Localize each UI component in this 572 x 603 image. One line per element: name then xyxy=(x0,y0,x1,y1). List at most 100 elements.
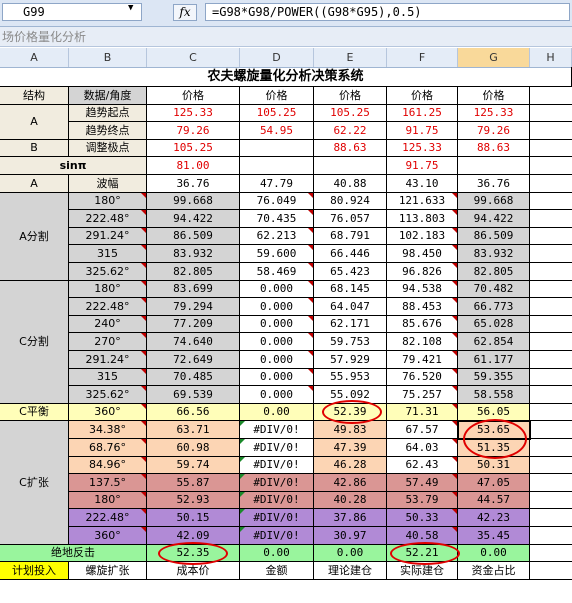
empty-cell[interactable] xyxy=(530,421,572,439)
value-cell[interactable]: 86.509 xyxy=(458,228,530,245)
value-cell[interactable] xyxy=(240,157,314,175)
value-cell[interactable]: 74.640 xyxy=(147,333,240,351)
value-cell[interactable]: 70.482 xyxy=(458,281,530,298)
value-cell[interactable]: 52.21 xyxy=(387,545,458,562)
value-cell[interactable]: 59.600 xyxy=(240,245,314,263)
value-cell[interactable]: 40.58 xyxy=(387,527,458,545)
value-cell[interactable]: 0.000 xyxy=(240,351,314,369)
c-balance-label[interactable]: C平衡 xyxy=(0,404,69,421)
angle-label[interactable]: 数据/角度 xyxy=(69,87,147,105)
value-cell[interactable]: 58.469 xyxy=(240,263,314,281)
value-cell[interactable]: 实际建仓 xyxy=(387,562,458,580)
column-header-f[interactable]: F xyxy=(387,48,458,67)
value-cell[interactable]: 76.057 xyxy=(314,210,387,228)
value-cell[interactable]: 121.633 xyxy=(387,193,458,210)
empty-cell[interactable] xyxy=(530,193,572,210)
angle-label[interactable]: 调整极点 xyxy=(69,140,147,157)
value-cell[interactable]: #DIV/0! xyxy=(240,509,314,527)
value-cell[interactable]: 成本价 xyxy=(147,562,240,580)
value-cell[interactable]: 83.932 xyxy=(147,245,240,263)
value-cell[interactable]: 81.00 xyxy=(147,157,240,175)
value-cell[interactable]: 50.33 xyxy=(387,509,458,527)
value-cell[interactable]: 79.26 xyxy=(458,122,530,140)
value-cell[interactable]: 86.509 xyxy=(147,228,240,245)
value-cell[interactable]: 105.25 xyxy=(147,140,240,157)
value-cell[interactable]: 0.00 xyxy=(314,545,387,562)
empty-cell[interactable] xyxy=(530,316,572,333)
empty-cell[interactable] xyxy=(530,140,572,157)
value-cell[interactable]: 82.108 xyxy=(387,333,458,351)
function-icon[interactable]: fx xyxy=(173,4,197,21)
value-cell[interactable]: 52.35 xyxy=(147,545,240,562)
empty-cell[interactable] xyxy=(530,157,572,175)
angle-label[interactable]: 291.24° xyxy=(69,351,147,369)
angle-label[interactable]: 325.62° xyxy=(69,386,147,404)
value-cell[interactable]: 0.000 xyxy=(240,281,314,298)
value-cell[interactable]: 65.028 xyxy=(458,316,530,333)
formula-input[interactable]: =G98*G98/POWER((G98*G95),0.5) xyxy=(205,3,570,21)
value-cell[interactable]: 0.00 xyxy=(240,404,314,421)
value-cell[interactable]: #DIV/0! xyxy=(240,421,314,439)
value-cell[interactable]: #DIV/0! xyxy=(240,474,314,492)
value-cell[interactable]: 51.35 xyxy=(458,439,530,457)
value-cell[interactable]: 37.86 xyxy=(314,509,387,527)
column-header-d[interactable]: D xyxy=(240,48,314,67)
plan-input-label[interactable]: 计划投入 xyxy=(0,562,69,580)
value-cell[interactable]: 76.049 xyxy=(240,193,314,210)
angle-label[interactable]: 34.38° xyxy=(69,421,147,439)
value-cell[interactable]: 88.63 xyxy=(458,140,530,157)
value-cell[interactable]: 62.43 xyxy=(387,457,458,474)
empty-cell[interactable] xyxy=(530,105,572,122)
value-cell[interactable]: 56.05 xyxy=(458,404,530,421)
value-cell[interactable]: 52.93 xyxy=(147,492,240,509)
value-cell[interactable]: 59.355 xyxy=(458,369,530,386)
c-split-label[interactable]: C分割 xyxy=(0,281,69,404)
column-header-h[interactable]: H xyxy=(530,48,572,67)
value-cell[interactable]: 83.932 xyxy=(458,245,530,263)
structure-header[interactable]: 结构 xyxy=(0,87,69,105)
table-title[interactable]: 农夫螺旋量化分析决策系统 xyxy=(0,67,572,87)
value-cell[interactable]: 59.753 xyxy=(314,333,387,351)
value-cell[interactable]: 65.423 xyxy=(314,263,387,281)
value-cell[interactable]: 67.57 xyxy=(387,421,458,439)
angle-label[interactable]: 趋势终点 xyxy=(69,122,147,140)
value-cell[interactable]: 55.87 xyxy=(147,474,240,492)
structure-a[interactable]: A xyxy=(0,105,69,140)
angle-label[interactable]: 360° xyxy=(69,527,147,545)
empty-cell[interactable] xyxy=(530,228,572,245)
empty-cell[interactable] xyxy=(530,457,572,474)
chevron-down-icon[interactable]: ▼ xyxy=(128,3,133,13)
value-cell[interactable]: 66.446 xyxy=(314,245,387,263)
empty-cell[interactable] xyxy=(530,545,572,562)
value-cell[interactable]: 47.39 xyxy=(314,439,387,457)
value-cell[interactable]: 91.75 xyxy=(387,157,458,175)
value-cell[interactable]: 82.805 xyxy=(458,263,530,281)
value-cell[interactable]: 42.09 xyxy=(147,527,240,545)
value-cell[interactable]: 49.83 xyxy=(314,421,387,439)
value-cell[interactable]: 83.699 xyxy=(147,281,240,298)
value-cell[interactable]: 55.092 xyxy=(314,386,387,404)
empty-cell[interactable] xyxy=(530,386,572,404)
value-cell[interactable]: 77.209 xyxy=(147,316,240,333)
empty-cell[interactable] xyxy=(530,281,572,298)
value-cell[interactable]: 80.924 xyxy=(314,193,387,210)
value-cell[interactable]: #DIV/0! xyxy=(240,527,314,545)
value-cell[interactable]: 43.10 xyxy=(387,175,458,193)
value-cell[interactable]: 88.453 xyxy=(387,298,458,316)
column-header-b[interactable]: B xyxy=(69,48,147,67)
value-cell[interactable]: 96.826 xyxy=(387,263,458,281)
value-cell[interactable]: 70.485 xyxy=(147,369,240,386)
value-cell[interactable]: 57.929 xyxy=(314,351,387,369)
value-cell[interactable]: 价格 xyxy=(147,87,240,105)
value-cell[interactable]: 62.171 xyxy=(314,316,387,333)
value-cell[interactable]: 47.79 xyxy=(240,175,314,193)
value-cell[interactable]: 88.63 xyxy=(314,140,387,157)
value-cell[interactable]: 58.558 xyxy=(458,386,530,404)
angle-label[interactable]: 180° xyxy=(69,193,147,210)
value-cell[interactable]: 50.31 xyxy=(458,457,530,474)
column-header-c[interactable]: C xyxy=(147,48,240,67)
empty-cell[interactable] xyxy=(530,87,572,105)
angle-label[interactable]: 315 xyxy=(69,245,147,263)
value-cell[interactable]: 113.803 xyxy=(387,210,458,228)
empty-cell[interactable] xyxy=(530,492,572,509)
